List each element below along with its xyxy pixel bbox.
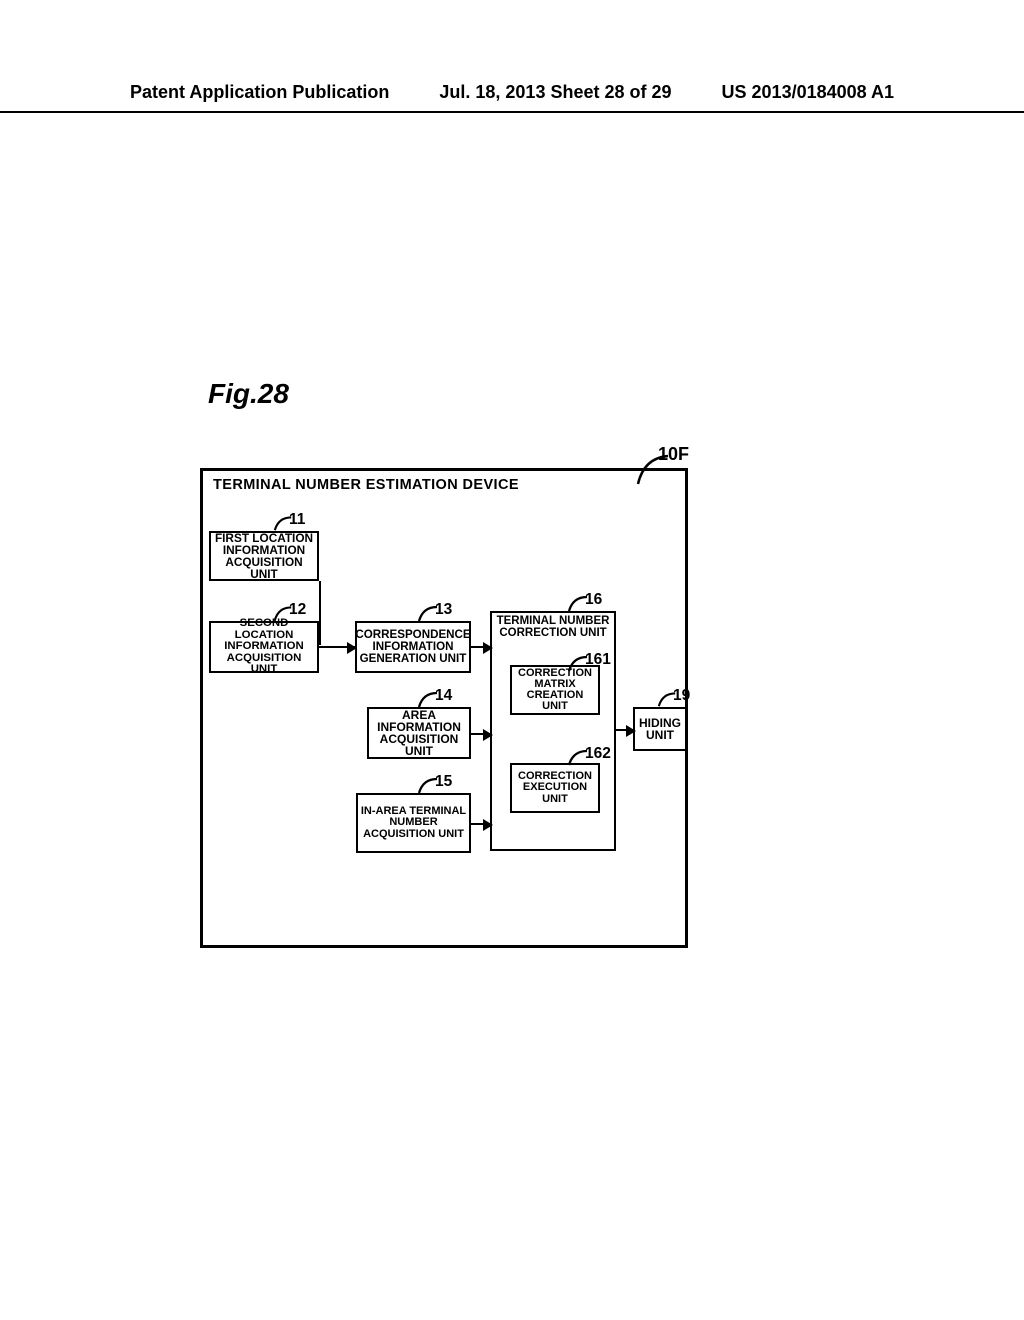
correspondence-info-generation-unit: CORRESPONDENCE INFORMATION GENERATION UN… xyxy=(355,621,471,673)
lead-line-icon xyxy=(417,773,439,795)
block-label: CORRECTION EXECUTION UNIT xyxy=(518,771,592,805)
page: Patent Application Publication Jul. 18, … xyxy=(0,0,1024,1320)
arrow-icon xyxy=(319,646,355,648)
header-right: US 2013/0184008 A1 xyxy=(722,82,894,103)
second-location-info-acquisition-unit: SECOND LOCATION INFORMATION ACQUISITION … xyxy=(209,621,319,673)
block-label: FIRST LOCATION INFORMATION ACQUISITION U… xyxy=(213,532,315,580)
correction-execution-unit: CORRECTION EXECUTION UNIT xyxy=(510,763,600,813)
header-left: Patent Application Publication xyxy=(130,82,389,103)
block-label: IN-AREA TERMINAL NUMBER ACQUISITION UNIT xyxy=(361,806,466,840)
arrow-icon xyxy=(471,733,491,735)
arrow-icon xyxy=(471,823,491,825)
hiding-unit: HIDING UNIT xyxy=(633,707,687,751)
connector-line xyxy=(319,581,321,645)
block-label: TERMINAL NUMBER CORRECTION UNIT xyxy=(492,615,614,639)
lead-line-icon xyxy=(567,591,589,613)
arrow-icon xyxy=(616,729,634,731)
lead-line-icon xyxy=(657,687,677,709)
terminal-number-correction-unit: TERMINAL NUMBER CORRECTION UNIT CORRECTI… xyxy=(490,611,616,851)
area-info-acquisition-unit: AREA INFORMATION ACQUISITION UNIT xyxy=(367,707,471,759)
lead-line-icon xyxy=(273,511,293,533)
block-label: HIDING UNIT xyxy=(639,717,681,741)
device-container: TERMINAL NUMBER ESTIMATION DEVICE 11 FIR… xyxy=(200,468,688,948)
page-header: Patent Application Publication Jul. 18, … xyxy=(0,82,1024,113)
first-location-info-acquisition-unit: FIRST LOCATION INFORMATION ACQUISITION U… xyxy=(209,531,319,581)
lead-line-icon xyxy=(567,651,589,673)
block-label: AREA INFORMATION ACQUISITION UNIT xyxy=(371,709,467,758)
block-label: CORRECTION MATRIX CREATION UNIT xyxy=(514,668,596,713)
lead-line-icon xyxy=(417,601,439,623)
in-area-terminal-number-acquisition-unit: IN-AREA TERMINAL NUMBER ACQUISITION UNIT xyxy=(356,793,471,853)
figure-label: Fig.28 xyxy=(208,378,289,410)
block-label: SECOND LOCATION INFORMATION ACQUISITION … xyxy=(213,618,315,676)
block-label: CORRESPONDENCE INFORMATION GENERATION UN… xyxy=(355,629,470,664)
header-center: Jul. 18, 2013 Sheet 28 of 29 xyxy=(439,82,671,103)
lead-line-icon xyxy=(417,687,439,709)
arrow-icon xyxy=(471,646,491,648)
lead-line-icon xyxy=(567,745,589,767)
device-title: TERMINAL NUMBER ESTIMATION DEVICE xyxy=(213,477,519,493)
